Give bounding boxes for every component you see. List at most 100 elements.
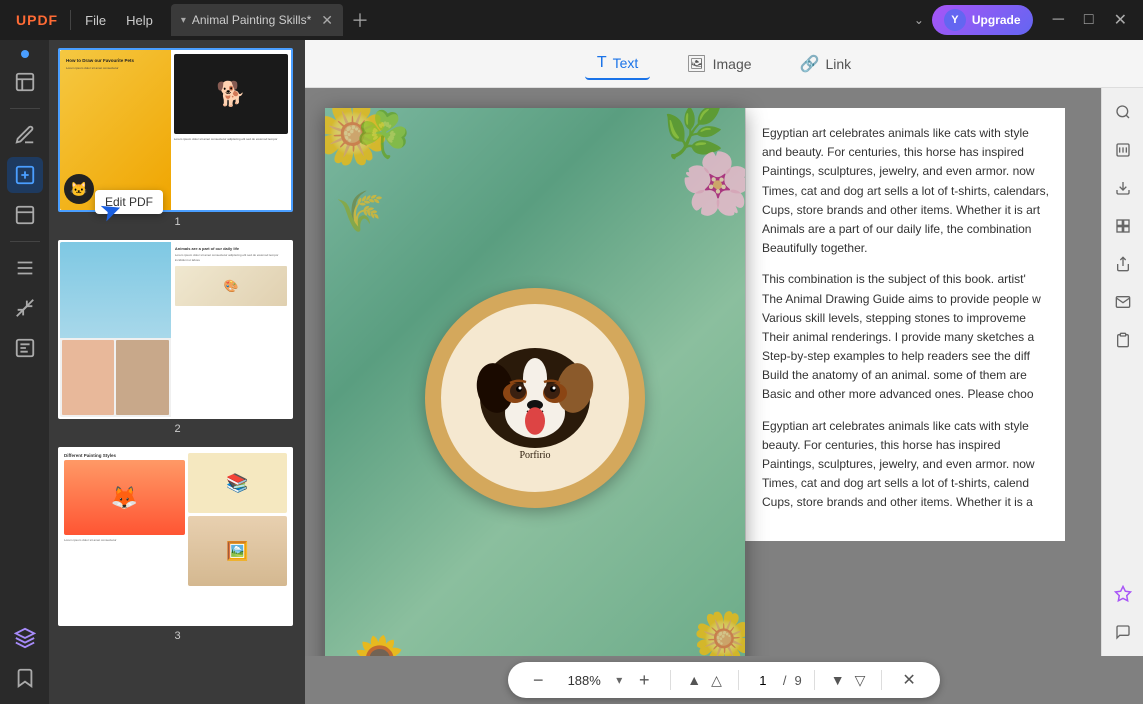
sidebar-item-layers[interactable]	[7, 620, 43, 656]
upgrade-label: Upgrade	[972, 13, 1021, 27]
divider	[70, 10, 71, 30]
text-tool-button[interactable]: T Text	[585, 48, 650, 80]
thumbnail-panel[interactable]: Edit PDF ➤ How to Draw our Favourite Pet…	[50, 40, 305, 704]
pdf-viewer[interactable]: 🌼 🌿 🌸 🌻 🌼 🌾 ☘️	[305, 88, 1101, 656]
embroidery-hoop: Porfirio	[425, 288, 645, 508]
thumbnail-label-2: 2	[58, 423, 297, 435]
sidebar-item-edit[interactable]	[7, 157, 43, 193]
sidebar-item-ocr[interactable]	[7, 330, 43, 366]
thumbnail-page-3[interactable]: Different Painting Styles 🦊 Lorem ipsum …	[58, 447, 297, 642]
tab-arrow-icon: ▾	[181, 15, 186, 26]
thumbnail-image-2: Animals are a part of our daily life Lor…	[58, 240, 293, 419]
scan-icon[interactable]	[1107, 210, 1139, 242]
share-icon[interactable]	[1107, 248, 1139, 280]
thumbnail-image-3: Different Painting Styles 🦊 Lorem ipsum …	[58, 447, 293, 626]
chat-icon[interactable]	[1107, 616, 1139, 648]
flower-top-right-2: 🌸	[680, 148, 745, 219]
zoom-out-button[interactable]: −	[524, 666, 552, 694]
text-tool-label: Text	[613, 55, 639, 71]
scroll-up-fast-button[interactable]: △	[707, 668, 726, 693]
download-icon[interactable]	[1107, 172, 1139, 204]
mail-icon[interactable]	[1107, 286, 1139, 318]
sidebar-item-compress[interactable]	[7, 290, 43, 326]
link-tool-button[interactable]: 🔗 Link	[788, 48, 864, 80]
total-pages: 9	[795, 673, 802, 688]
right-sidebar	[1101, 88, 1143, 656]
page-separator: /	[783, 673, 787, 688]
flower-bottom-left: 🌻	[345, 633, 413, 656]
scroll-down-fast-button[interactable]: ▽	[851, 668, 870, 693]
link-tool-label: Link	[825, 56, 851, 72]
close-button[interactable]: ✕	[1106, 10, 1135, 30]
tab-close-button[interactable]: ✕	[321, 12, 333, 29]
text-panel: Egyptian art celebrates animals like cat…	[745, 108, 1065, 541]
zoom-controls: − 188% ▾ + ▲ △ / 9 ▼ ▽ ✕	[508, 662, 940, 698]
page-image: 🌼 🌿 🌸 🌻 🌼 🌾 ☘️	[325, 108, 745, 656]
close-divider	[881, 670, 882, 690]
expand-icon[interactable]: ⌄	[906, 13, 932, 27]
text-paragraph-1: Egyptian art celebrates animals like cat…	[762, 124, 1049, 258]
left-sidebar	[0, 40, 50, 704]
page-nav-divider	[814, 670, 815, 690]
main-layout: Edit PDF ➤ How to Draw our Favourite Pet…	[0, 40, 1143, 704]
sidebar-divider-2	[10, 241, 40, 242]
maximize-button[interactable]: □	[1076, 11, 1102, 29]
image-tool-icon: 🖼	[686, 54, 706, 74]
thumbnail-label-3: 3	[58, 630, 297, 642]
window-controls: ─ □ ✕	[1045, 10, 1135, 30]
thumbnail-page-1[interactable]: How to Draw our Favourite Pets Lorem ips…	[58, 48, 297, 228]
zoom-dropdown-icon[interactable]: ▾	[616, 673, 622, 687]
tab-label: Animal Painting Skills*	[192, 13, 311, 27]
svg-text:Porfirio: Porfirio	[519, 450, 550, 461]
nav-arrows: ▲ △	[683, 668, 726, 693]
page-divider	[738, 670, 739, 690]
current-page-input[interactable]	[751, 673, 775, 688]
zoom-in-button[interactable]: +	[630, 666, 658, 694]
edit-toolbar: T Text 🖼 Image 🔗 Link	[305, 40, 1143, 88]
image-tool-label: Image	[713, 56, 752, 72]
sidebar-divider-1	[10, 108, 40, 109]
sidebar-item-annotate[interactable]	[7, 117, 43, 153]
active-tab[interactable]: ▾ Animal Painting Skills* ✕	[171, 4, 343, 36]
text-paragraph-3: Egyptian art celebrates animals like cat…	[762, 417, 1049, 513]
image-tool-button[interactable]: 🖼 Image	[674, 48, 763, 80]
sidebar-item-convert[interactable]	[7, 197, 43, 233]
scroll-down-button[interactable]: ▼	[827, 668, 849, 693]
menu-help[interactable]: Help	[116, 13, 163, 28]
user-avatar: Y	[944, 9, 966, 31]
menu-file[interactable]: File	[75, 13, 116, 28]
search-icon[interactable]	[1107, 96, 1139, 128]
flower-mid-left: 🌾	[335, 188, 385, 235]
scroll-up-button[interactable]: ▲	[683, 668, 705, 693]
close-toolbar-button[interactable]: ✕	[894, 666, 923, 694]
dog-illustration: Porfirio	[460, 323, 610, 473]
text-paragraph-2: This combination is the subject of this …	[762, 270, 1049, 404]
link-tool-icon: 🔗	[800, 54, 820, 74]
zoom-value[interactable]: 188%	[560, 673, 608, 688]
zoom-divider	[670, 670, 671, 690]
minimize-button[interactable]: ─	[1045, 11, 1072, 29]
bottom-toolbar: − 188% ▾ + ▲ △ / 9 ▼ ▽ ✕	[305, 656, 1143, 704]
tab-add-button[interactable]: ＋	[343, 7, 377, 33]
text-tool-icon: T	[597, 54, 607, 72]
pdf-page: 🌼 🌿 🌸 🌻 🌼 🌾 ☘️	[325, 108, 745, 656]
sidebar-item-reader[interactable]	[7, 64, 43, 100]
ai-icon[interactable]	[1107, 578, 1139, 610]
tab-bar: ▾ Animal Painting Skills* ✕ ＋	[171, 4, 906, 36]
content-main: 🌼 🌿 🌸 🌻 🌼 🌾 ☘️	[305, 88, 1143, 656]
thumbnail-image-1: How to Draw our Favourite Pets Lorem ips…	[58, 48, 293, 212]
content-area: T Text 🖼 Image 🔗 Link 🌼 🌿	[305, 40, 1143, 704]
sidebar-item-organize[interactable]	[7, 250, 43, 286]
app-logo: UPDF	[8, 12, 66, 28]
sidebar-item-bookmark[interactable]	[7, 660, 43, 696]
page-nav-bottom: ▼ ▽	[827, 668, 870, 693]
titlebar: UPDF File Help ▾ Animal Painting Skills*…	[0, 0, 1143, 40]
thumbnail-page-2[interactable]: Animals are a part of our daily life Lor…	[58, 240, 297, 435]
flower-bottom-right: 🌼	[693, 609, 745, 656]
clipboard-icon[interactable]	[1107, 324, 1139, 356]
thumbnail-label-1: 1	[58, 216, 297, 228]
barcode-icon[interactable]	[1107, 134, 1139, 166]
sidebar-indicator	[21, 50, 29, 58]
upgrade-button[interactable]: Y Upgrade	[932, 5, 1033, 35]
flower-top-center: ☘️	[355, 108, 411, 161]
